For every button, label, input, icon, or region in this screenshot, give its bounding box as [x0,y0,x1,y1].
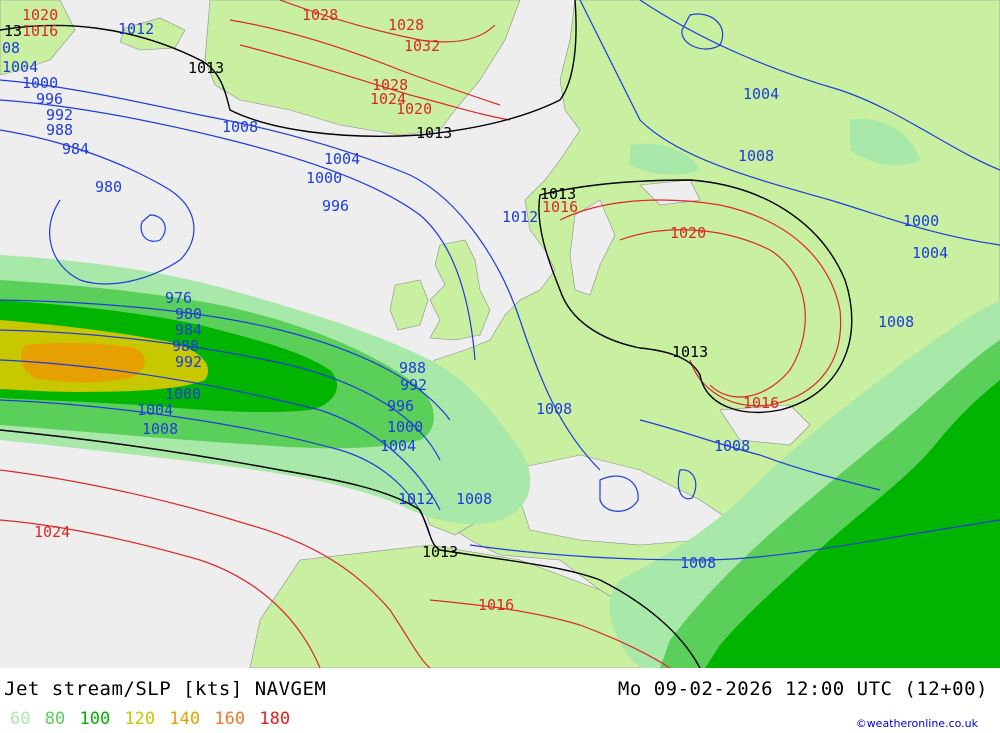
svg-text:1013: 1013 [188,59,224,77]
svg-text:1028: 1028 [302,6,338,24]
svg-text:1004: 1004 [137,401,173,419]
svg-text:996: 996 [322,197,349,215]
svg-text:1020: 1020 [670,224,706,242]
svg-text:1004: 1004 [380,437,416,455]
svg-text:1008: 1008 [738,147,774,165]
map-footer: Jet stream/SLP [kts] NAVGEM Mo 09-02-202… [0,668,1000,733]
valid-time: Mo 09-02-2026 12:00 UTC (12+00) [617,678,988,700]
svg-text:1000: 1000 [903,212,939,230]
svg-text:980: 980 [95,178,122,196]
svg-text:992: 992 [175,353,202,371]
svg-text:1013: 1013 [416,124,452,142]
svg-text:1008: 1008 [142,420,178,438]
svg-text:1008: 1008 [680,554,716,572]
svg-text:1012: 1012 [118,20,154,38]
legend-item: 140 [169,709,201,729]
svg-text:992: 992 [400,376,427,394]
svg-text:08: 08 [2,39,20,57]
svg-text:13: 13 [4,22,22,40]
svg-text:1013: 1013 [540,185,576,203]
svg-text:1008: 1008 [456,490,492,508]
svg-text:1028: 1028 [388,16,424,34]
weather-map: 08 1004 1000 996 992 988 984 980 976 980… [0,0,1000,669]
svg-text:1008: 1008 [222,118,258,136]
svg-text:1008: 1008 [536,400,572,418]
svg-text:1016: 1016 [22,22,58,40]
svg-text:988: 988 [46,121,73,139]
svg-text:1004: 1004 [324,150,360,168]
svg-text:1016: 1016 [478,596,514,614]
svg-text:1004: 1004 [743,85,779,103]
legend-item: 60 [10,709,31,729]
svg-text:988: 988 [399,359,426,377]
svg-text:1008: 1008 [714,437,750,455]
legend-item: 120 [124,709,156,729]
svg-text:1000: 1000 [306,169,342,187]
svg-text:1013: 1013 [672,343,708,361]
legend-item: 100 [79,709,111,729]
credit-link[interactable]: ©weatheronline.co.uk [856,717,978,730]
svg-text:1012: 1012 [398,490,434,508]
svg-text:1020: 1020 [396,100,432,118]
legend-item: 160 [214,709,246,729]
svg-text:1016: 1016 [743,394,779,412]
svg-text:984: 984 [62,140,89,158]
svg-text:1004: 1004 [912,244,948,262]
svg-text:1013: 1013 [422,543,458,561]
svg-text:1000: 1000 [387,418,423,436]
speed-legend: 60 80 100 120 140 160 180 [10,709,294,729]
legend-item: 180 [259,709,291,729]
svg-text:1012: 1012 [502,208,538,226]
legend-item: 80 [44,709,66,729]
svg-text:1032: 1032 [404,37,440,55]
svg-text:1024: 1024 [34,523,70,541]
svg-text:996: 996 [387,397,414,415]
svg-text:1008: 1008 [878,313,914,331]
map-title: Jet stream/SLP [kts] NAVGEM [4,678,327,700]
